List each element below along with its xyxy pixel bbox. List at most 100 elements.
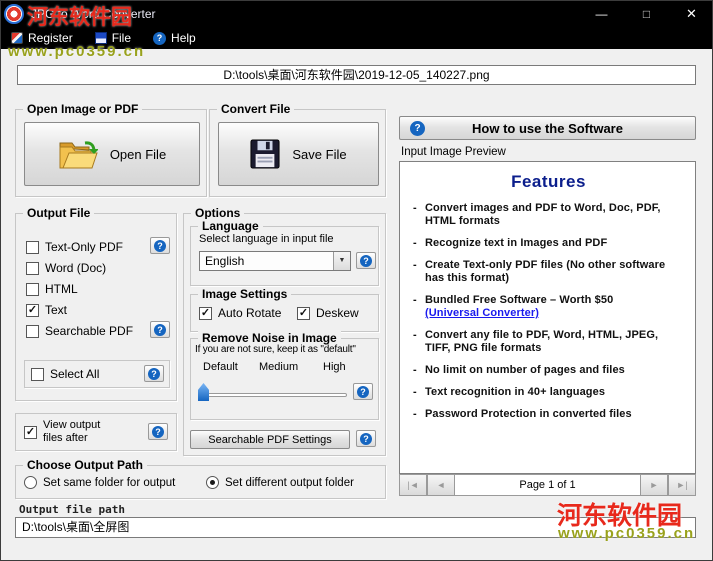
convert-group-title: Convert File (217, 102, 295, 116)
menu-help[interactable]: ? Help (153, 27, 196, 49)
help-badge-view-output[interactable]: ? (148, 423, 168, 440)
checkbox-text-only-pdf[interactable]: Text-Only PDF (26, 240, 123, 254)
bullet-icon: - (413, 237, 417, 249)
checkbox-box[interactable] (26, 324, 39, 338)
menu-register-label: Register (28, 31, 73, 45)
feature-item: - Convert images and PDF to Word, Doc, P… (412, 202, 685, 228)
maximize-button[interactable]: □ (624, 1, 669, 27)
checkbox-word-doc[interactable]: Word (Doc) (26, 261, 106, 275)
menu-file[interactable]: File (94, 27, 132, 49)
output-file-group: Output File Text-Only PDF ? Word (Doc) H… (15, 206, 177, 401)
title-bar: JPG to Word Converter — □ ✕ (1, 1, 712, 27)
checkbox-label: Text-Only PDF (45, 240, 124, 254)
radio-label: Set different output folder (225, 476, 354, 489)
save-file-button[interactable]: Save File (218, 122, 379, 186)
help-badge-select-all[interactable]: ? (144, 365, 164, 382)
page-indicator: Page 1 of 1 (455, 474, 640, 496)
checkbox-box[interactable] (26, 240, 39, 254)
checkbox-label: HTML (45, 282, 78, 296)
register-icon (11, 32, 23, 44)
checkbox-box[interactable] (31, 367, 44, 381)
menu-bar: Register File ? Help (1, 27, 712, 49)
searchable-pdf-settings-button[interactable]: Searchable PDF Settings (190, 430, 350, 449)
checkbox-box[interactable]: ✓ (24, 425, 37, 439)
universal-converter-link[interactable]: (Universal Converter) (425, 307, 685, 320)
feature-item: - No limit on number of pages and files (412, 364, 685, 377)
bullet-icon: - (413, 202, 417, 214)
feature-item: - Create Text-only PDF files (No other s… (412, 259, 685, 285)
noise-hint: If you are not sure, keep it as "default… (195, 344, 356, 355)
checkbox-html[interactable]: HTML (26, 282, 78, 296)
searchable-pdf-settings-label: Searchable PDF Settings (208, 433, 332, 446)
input-image-preview-panel: Features - Convert images and PDF to Wor… (399, 161, 696, 474)
feature-item: - Recognize text in Images and PDF (412, 237, 685, 250)
window-title: JPG to Word Converter (31, 7, 156, 21)
checkbox-select-all[interactable]: Select All (31, 367, 99, 381)
feature-text: Create Text-only PDF files (No other sof… (425, 259, 666, 284)
minimize-button[interactable]: — (579, 1, 624, 27)
last-page-button[interactable]: ►| (668, 474, 696, 496)
language-dropdown[interactable]: English ▼ (199, 251, 351, 271)
chevron-down-icon[interactable]: ▼ (333, 252, 350, 270)
checkbox-text[interactable]: ✓ Text (26, 303, 67, 317)
feature-item: - Text recognition in 40+ languages (412, 386, 685, 399)
checkbox-box[interactable]: ✓ (297, 306, 310, 320)
help-badge-searchable-pdf[interactable]: ? (150, 321, 170, 338)
feature-text: Text recognition in 40+ languages (425, 386, 606, 398)
image-settings-title: Image Settings (198, 287, 292, 301)
help-badge-searchable-settings[interactable]: ? (356, 430, 376, 447)
checkbox-label: Deskew (316, 306, 359, 320)
preview-pagination: |◄ ◄ Page 1 of 1 ► ►| (399, 474, 696, 496)
feature-text: Convert images and PDF to Word, Doc, PDF… (425, 202, 661, 227)
checkbox-box[interactable] (26, 282, 39, 296)
radio-different-folder[interactable]: Set different output folder (206, 476, 354, 489)
checkbox-searchable-pdf[interactable]: Searchable PDF (26, 324, 133, 338)
image-settings-subgroup: Image Settings ✓ Auto Rotate ✓ Deskew (190, 287, 379, 332)
help-badge-noise[interactable]: ? (353, 383, 373, 400)
save-floppy-icon (250, 139, 280, 169)
radio-button[interactable] (206, 476, 219, 489)
checkbox-view-output[interactable]: ✓ View output files after (24, 419, 117, 445)
help-badge-language[interactable]: ? (356, 252, 376, 269)
checkbox-label: View output files after (43, 419, 101, 444)
feature-text: No limit on number of pages and files (425, 364, 625, 376)
question-icon: ? (154, 323, 166, 336)
radio-same-folder[interactable]: Set same folder for output (24, 476, 175, 489)
language-selected-value: English (205, 254, 245, 268)
prev-page-button[interactable]: ◄ (427, 474, 455, 496)
next-page-button[interactable]: ► (640, 474, 668, 496)
checkbox-box[interactable] (26, 261, 39, 275)
feature-text: Recognize text in Images and PDF (425, 237, 608, 249)
bullet-icon: - (413, 408, 417, 420)
options-group: Options Language Select language in inpu… (183, 206, 386, 456)
feature-item: - Bundled Free Software – Worth $50 (Uni… (412, 294, 685, 320)
open-group-title: Open Image or PDF (23, 102, 143, 116)
noise-slider-track[interactable] (199, 393, 347, 397)
noise-level-default: Default (203, 361, 238, 373)
help-badge-text-only-pdf[interactable]: ? (150, 237, 170, 254)
close-button[interactable]: ✕ (669, 1, 712, 27)
bullet-icon: - (413, 364, 417, 376)
how-to-use-button[interactable]: ? How to use the Software (399, 116, 696, 140)
open-file-button[interactable]: Open File (24, 122, 200, 186)
help-icon: ? (153, 31, 167, 45)
select-all-panel: Select All ? (24, 360, 170, 388)
checkbox-auto-rotate[interactable]: ✓ Auto Rotate (199, 306, 281, 320)
output-file-path-field[interactable]: D:\tools\桌面\全屏图 (15, 517, 696, 538)
choose-output-path-group: Choose Output Path Set same folder for o… (15, 458, 386, 499)
features-heading: Features (511, 172, 586, 191)
output-file-path-label: Output file path (19, 503, 125, 516)
checkbox-label: Select All (50, 367, 100, 381)
file-icon (94, 32, 107, 44)
noise-slider-thumb[interactable] (198, 383, 209, 401)
menu-help-label: Help (171, 31, 196, 45)
checkbox-deskew[interactable]: ✓ Deskew (297, 306, 359, 320)
menu-file-label: File (111, 31, 132, 45)
input-file-path-field[interactable]: D:\tools\桌面\河东软件园\2019-12-05_140227.png (17, 65, 696, 85)
radio-button[interactable] (24, 476, 37, 489)
checkbox-box[interactable]: ✓ (199, 306, 212, 320)
remove-noise-subgroup: Remove Noise in Image If you are not sur… (190, 331, 379, 420)
menu-register[interactable]: Register (11, 27, 73, 49)
checkbox-box[interactable]: ✓ (26, 303, 39, 317)
first-page-button[interactable]: |◄ (399, 474, 427, 496)
